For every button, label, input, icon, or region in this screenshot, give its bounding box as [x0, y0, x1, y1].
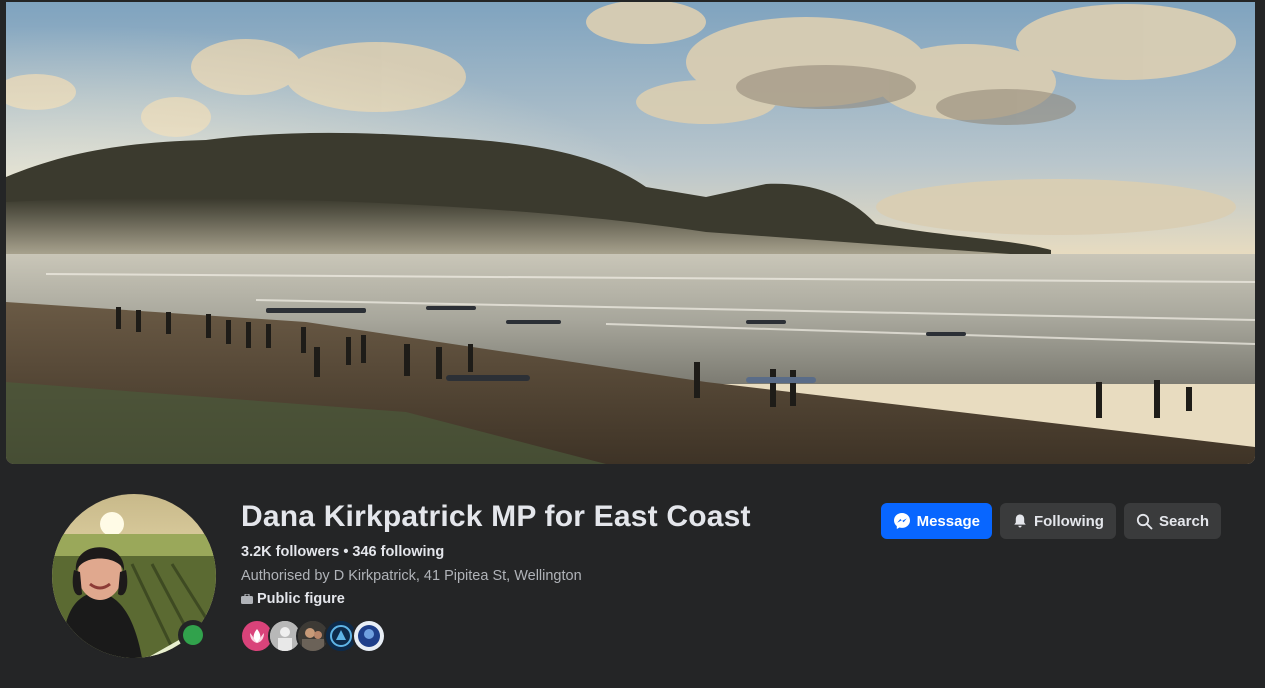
cover-photo-image — [6, 2, 1255, 464]
followers-count-link[interactable]: 3.2K followers — [241, 544, 339, 560]
bell-icon — [1014, 514, 1026, 528]
profile-header: Dana Kirkpatrick MP for East Coast 3.2K … — [0, 464, 1265, 688]
cover-photo[interactable] — [6, 2, 1255, 464]
search-icon — [1136, 513, 1153, 529]
search-button[interactable]: Search — [1123, 503, 1221, 539]
following-count-link[interactable]: 346 following — [352, 544, 444, 560]
following-button[interactable]: Following — [999, 503, 1116, 539]
online-status-indicator — [178, 620, 208, 650]
authorisation-statement: Authorised by D Kirkpatrick, 41 Pipitea … — [241, 568, 582, 584]
message-button-label: Message — [916, 512, 980, 530]
messenger-icon — [893, 513, 910, 529]
page-title: Dana Kirkpatrick MP for East Coast — [241, 500, 751, 533]
stats-separator: • — [343, 544, 349, 560]
page-actions: Message Following Search — [880, 503, 1221, 539]
briefcase-icon — [241, 594, 253, 604]
message-button[interactable]: Message — [880, 503, 992, 539]
page-category: Public figure — [241, 591, 345, 607]
search-button-label: Search — [1158, 512, 1209, 530]
following-button-label: Following — [1033, 512, 1104, 530]
profile-avatar[interactable] — [50, 492, 218, 660]
category-label: Public figure — [257, 591, 345, 607]
profile-page: Dana Kirkpatrick MP for East Coast 3.2K … — [0, 0, 1265, 688]
profile-stats: 3.2K followers • 346 following — [241, 544, 444, 560]
follower-avatars — [240, 619, 390, 653]
follower-avatar-5[interactable] — [352, 619, 386, 653]
